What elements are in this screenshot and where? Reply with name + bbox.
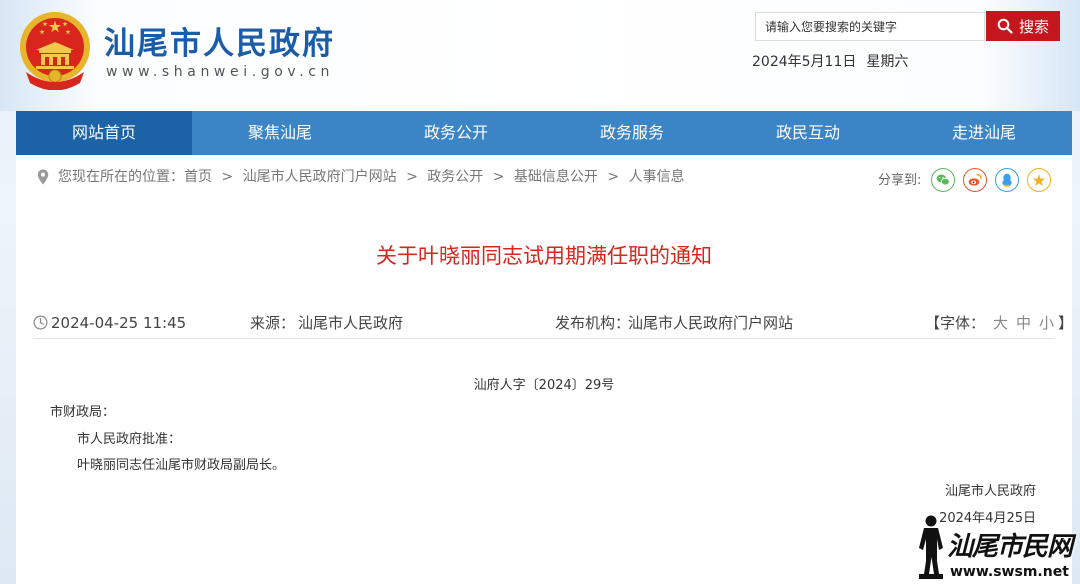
paragraph: 叶晓丽同志任汕尾市财政局副局长。	[77, 458, 286, 473]
nav-item-gov-services[interactable]: 政务服务	[544, 111, 720, 155]
font-size-large[interactable]: 大	[993, 314, 1008, 332]
breadcrumb-separator: >	[221, 169, 234, 185]
publish-time: 2024-04-25 11:45	[51, 314, 187, 332]
site-header: 汕尾市人民政府 www.shanwei.gov.cn 搜索 2024年5月11日…	[0, 0, 1080, 111]
publisher-label: 发布机构：	[555, 314, 631, 332]
current-date: 2024年5月11日 星期六	[752, 53, 908, 71]
qzone-icon	[1032, 174, 1046, 187]
nav-item-focus[interactable]: 聚焦汕尾	[192, 111, 368, 155]
search-input[interactable]	[755, 12, 985, 41]
breadcrumb-portal[interactable]: 汕尾市人民政府门户网站	[243, 169, 397, 185]
breadcrumb-separator: >	[406, 169, 418, 185]
nav-item-interaction[interactable]: 政民互动	[720, 111, 896, 155]
weibo-icon	[968, 174, 982, 186]
breadcrumb-separator: >	[607, 169, 620, 185]
paragraph: 市人民政府批准：	[77, 432, 182, 447]
article-title: 关于叶晓丽同志试用期满任职的通知	[376, 244, 712, 268]
signature-date: 2024年4月25日	[939, 511, 1036, 526]
meta-divider	[34, 338, 1054, 339]
source-value: 汕尾市人民政府	[298, 314, 404, 332]
national-emblem-icon	[20, 12, 90, 90]
site-title[interactable]: 汕尾市人民政府	[104, 24, 335, 64]
weekday-text: 星期六	[866, 54, 909, 70]
font-size-label: 【字体：	[925, 314, 986, 332]
date-text: 2024年5月11日	[752, 54, 857, 70]
watermark-figure-icon	[919, 515, 943, 579]
weibo-share-button[interactable]	[963, 168, 987, 192]
breadcrumb-prefix: 您现在所在的位置：	[58, 169, 184, 185]
addressee: 市财政局：	[50, 405, 116, 420]
watermark-name: 汕尾市民网	[947, 532, 1073, 562]
wechat-icon	[936, 174, 950, 186]
source-label: 来源：	[250, 314, 296, 332]
nav-item-home[interactable]: 网站首页	[16, 111, 192, 155]
qq-share-button[interactable]	[995, 168, 1019, 192]
font-size-control: 【字体： 大中小】	[925, 313, 1073, 333]
nav-item-about[interactable]: 走进汕尾	[896, 111, 1072, 155]
breadcrumb-gov-affairs[interactable]: 政务公开	[427, 169, 483, 185]
qq-icon	[1002, 173, 1012, 187]
font-size-small[interactable]: 小	[1039, 314, 1054, 332]
breadcrumb-personnel[interactable]: 人事信息	[629, 169, 685, 185]
breadcrumb-separator: >	[492, 169, 505, 185]
search-button-label: 搜索	[1018, 17, 1049, 36]
font-size-medium[interactable]: 中	[1016, 314, 1031, 332]
share-label: 分享到:	[878, 173, 922, 188]
clock-icon	[33, 315, 48, 330]
breadcrumb: 您现在所在的位置：首页 > 汕尾市人民政府门户网站 > 政务公开 > 基础信息公…	[58, 168, 685, 186]
search-button[interactable]: 搜索	[986, 11, 1060, 41]
qzone-share-button[interactable]	[1027, 168, 1051, 192]
document-number: 汕府人字〔2024〕29号	[473, 378, 615, 393]
watermark-url: www.swsm.net	[950, 564, 1069, 580]
site-url: www.shanwei.gov.cn	[106, 64, 335, 80]
wechat-share-button[interactable]	[931, 168, 955, 192]
breadcrumb-home[interactable]: 首页	[184, 169, 212, 185]
font-size-close: 】	[1058, 314, 1074, 332]
nav-item-gov-affairs[interactable]: 政务公开	[368, 111, 544, 155]
main-nav: 网站首页 聚焦汕尾 政务公开 政务服务 政民互动 走进汕尾	[16, 111, 1072, 155]
publisher-value: 汕尾市人民政府门户网站	[628, 314, 794, 332]
signature: 汕尾市人民政府	[944, 484, 1036, 499]
location-pin-icon	[37, 169, 49, 185]
breadcrumb-basic-info[interactable]: 基础信息公开	[514, 169, 598, 185]
content-panel: 您现在所在的位置：首页 > 汕尾市人民政府门户网站 > 政务公开 > 基础信息公…	[16, 155, 1073, 584]
search-icon	[997, 18, 1013, 34]
